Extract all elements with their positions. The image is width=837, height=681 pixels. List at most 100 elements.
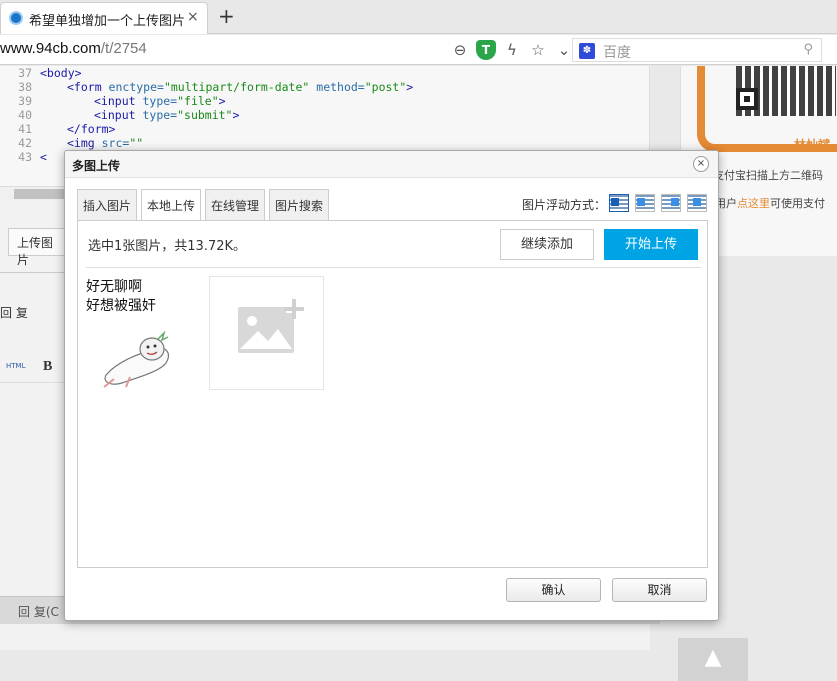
code-token: "post" bbox=[364, 80, 407, 94]
chevron-down-icon[interactable]: ⌄ bbox=[554, 40, 574, 60]
alipay-hint: 支付宝扫描上方二维码 bbox=[713, 169, 823, 182]
url-host: www.94cb.com bbox=[0, 40, 101, 57]
cancel-button[interactable]: 取消 bbox=[612, 578, 707, 602]
code-token: src= bbox=[101, 136, 130, 150]
float-none-icon[interactable] bbox=[609, 194, 629, 212]
url-path: /t/2754 bbox=[100, 40, 147, 57]
tab-2[interactable]: 在线管理 bbox=[205, 189, 266, 220]
code-token: "submit" bbox=[177, 108, 233, 122]
add-image-icon bbox=[238, 297, 304, 353]
code-line: 38 <form enctype="multipart/form-date" me… bbox=[0, 80, 640, 94]
code-token: type= bbox=[142, 94, 178, 108]
local-upload-panel: 选中1张图片，共13.72K。 继续添加 开始上传 好无聊啊 好想被强奸 bbox=[77, 220, 708, 568]
code-token: <input bbox=[94, 94, 143, 108]
code-token: <form bbox=[67, 80, 109, 94]
url-field[interactable]: www.94cb.com/t/2754 bbox=[0, 40, 147, 57]
address-bar: www.94cb.com/t/2754 ⊖ T ϟ ☆ ⌄ ✽ 百度 ⚲ bbox=[0, 35, 837, 65]
html-mode-button[interactable]: HTML bbox=[6, 362, 25, 370]
reply-heading: 回 复 bbox=[0, 306, 28, 320]
line-number: 43 bbox=[18, 150, 32, 164]
line-number: 37 bbox=[18, 66, 32, 80]
code-text: <input type="submit"> bbox=[40, 108, 239, 122]
search-box[interactable]: ✽ 百度 ⚲ bbox=[572, 38, 822, 62]
alipay-link-line: 用户点这里可使用支付 bbox=[715, 195, 825, 211]
code-text: <form enctype="multipart/form-date" meth… bbox=[40, 80, 413, 94]
tab-1[interactable]: 本地上传 bbox=[141, 189, 202, 221]
baidu-paw-icon: ✽ bbox=[579, 43, 595, 59]
continue-add-button[interactable]: 继续添加 bbox=[500, 229, 594, 260]
code-token: > bbox=[232, 108, 240, 122]
image-float-options bbox=[609, 194, 707, 212]
tab-title: 希望单独增加一个上传图片的 bbox=[29, 14, 185, 29]
code-token: "" bbox=[129, 136, 144, 150]
code-text: <input type="file"> bbox=[40, 94, 226, 108]
float-center-icon[interactable] bbox=[687, 194, 707, 212]
screen: 希望单独增加一个上传图片的 × + www.94cb.com/t/2754 ⊖ … bbox=[0, 0, 837, 681]
author-name: 林灿斌 bbox=[794, 138, 831, 152]
add-image-placeholder[interactable] bbox=[209, 276, 324, 390]
multi-image-upload-dialog: 多图上传 × 插入图片 本地上传 在线管理 图片搜索 图片浮动方式： 选中1张图片，共… bbox=[64, 150, 719, 621]
code-line: 40 <input type="submit"> bbox=[0, 108, 640, 122]
lightning-icon[interactable]: ϟ bbox=[502, 40, 522, 60]
close-icon[interactable]: × bbox=[693, 156, 709, 172]
code-token: > bbox=[406, 80, 414, 94]
code-token: <body> bbox=[40, 66, 82, 80]
reply-submit-button[interactable]: 回 复(C bbox=[18, 603, 59, 620]
dialog-title: 多图上传 bbox=[72, 159, 121, 173]
tab-close-icon[interactable]: × bbox=[187, 9, 199, 25]
search-input[interactable]: 百度 bbox=[603, 42, 631, 62]
code-token: < bbox=[40, 150, 47, 164]
back-to-top-button[interactable]: ▲ bbox=[678, 638, 748, 681]
code-token: </form> bbox=[67, 122, 116, 136]
code-token: "file" bbox=[177, 94, 219, 108]
selection-status: 选中1张图片，共13.72K。 bbox=[88, 239, 247, 254]
line-number: 40 bbox=[18, 108, 32, 122]
dialog-header: 多图上传 × bbox=[65, 151, 718, 178]
code-text: <body> bbox=[40, 66, 82, 80]
float-right-icon[interactable] bbox=[661, 194, 681, 212]
meme-figure-image bbox=[103, 331, 169, 388]
float-left-icon[interactable] bbox=[635, 194, 655, 212]
code-line: 41 </form> bbox=[0, 122, 640, 136]
code-token: type= bbox=[142, 108, 178, 122]
browser-tab[interactable]: 希望单独增加一个上传图片的 × bbox=[0, 2, 208, 34]
site-favicon-icon bbox=[9, 11, 23, 25]
dialog-tabs: 插入图片 本地上传 在线管理 图片搜索 bbox=[77, 189, 333, 221]
upload-image-button[interactable]: 上传图片 bbox=[8, 228, 70, 267]
code-line: 37 <body> bbox=[0, 66, 640, 80]
line-number: 39 bbox=[18, 94, 32, 108]
code-text: < bbox=[40, 150, 47, 164]
alipay-link[interactable]: 点这里 bbox=[737, 197, 770, 210]
line-number: 38 bbox=[18, 80, 32, 94]
meme-caption-line: 好想被强奸 bbox=[86, 298, 156, 314]
code-line: 42 <img src="" bbox=[0, 136, 640, 150]
code-token: > bbox=[218, 94, 226, 108]
security-shield-icon[interactable]: T bbox=[476, 40, 496, 60]
code-token: <input bbox=[94, 108, 143, 122]
code-text: <img src="" bbox=[40, 136, 143, 150]
code-token: "multipart/form-date" bbox=[163, 80, 310, 94]
start-upload-button[interactable]: 开始上传 bbox=[604, 229, 698, 260]
qr-corner-marker bbox=[736, 88, 758, 110]
new-tab-icon[interactable]: + bbox=[218, 4, 235, 28]
code-text: </form> bbox=[40, 122, 115, 136]
browser-tabbar: 希望单独增加一个上传图片的 × + bbox=[0, 0, 837, 34]
divider bbox=[86, 267, 701, 268]
alipay-link-suffix: 可使用支付 bbox=[770, 197, 825, 210]
image-float-label: 图片浮动方式： bbox=[522, 198, 607, 212]
selected-image-thumbnail[interactable]: 好无聊啊 好想被强奸 bbox=[86, 276, 202, 390]
code-token: <img bbox=[67, 136, 102, 150]
tab-0[interactable]: 插入图片 bbox=[77, 189, 138, 220]
code-token: enctype= bbox=[108, 80, 164, 94]
scrollbar-thumb[interactable] bbox=[14, 189, 66, 199]
bookmark-star-icon[interactable]: ☆ bbox=[528, 40, 548, 60]
code-token: method= bbox=[309, 80, 365, 94]
bold-button[interactable]: B bbox=[43, 359, 52, 375]
tab-3[interactable]: 图片搜索 bbox=[269, 189, 330, 220]
meme-caption-line: 好无聊啊 bbox=[86, 279, 142, 295]
meme-caption: 好无聊啊 好想被强奸 bbox=[86, 278, 156, 316]
code-line: 39 <input type="file"> bbox=[0, 94, 640, 108]
search-icon[interactable]: ⚲ bbox=[803, 42, 813, 57]
confirm-button[interactable]: 确认 bbox=[506, 578, 601, 602]
zoom-out-icon[interactable]: ⊖ bbox=[450, 40, 470, 60]
